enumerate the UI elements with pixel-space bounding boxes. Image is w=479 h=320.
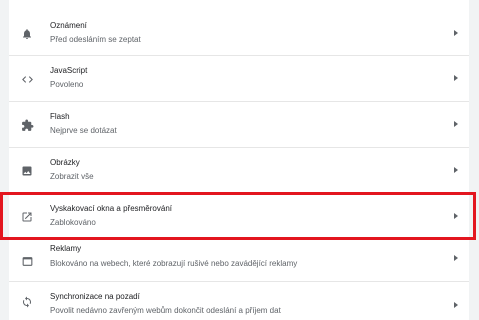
setting-row-flash[interactable]: Flash Nejprve se dotázat (9, 101, 469, 147)
setting-subtitle: Blokováno na webech, které zobrazují ruš… (50, 259, 298, 268)
chevron-right-icon (454, 75, 458, 81)
chevron-right-icon (454, 302, 458, 308)
setting-title: Flash (50, 112, 70, 121)
setting-title: Synchronizace na pozadí (50, 292, 140, 301)
open-in-new-icon (19, 209, 35, 225)
setting-title: Vyskakovací okna a přesměrování (50, 204, 172, 213)
setting-row-popups[interactable]: Vyskakovací okna a přesměrování Zablokov… (9, 193, 469, 239)
image-icon (19, 163, 35, 179)
code-icon (19, 71, 35, 87)
setting-title: Reklamy (50, 244, 82, 253)
puzzle-icon (19, 117, 35, 133)
setting-row-ads[interactable]: Reklamy Blokováno na webech, které zobra… (9, 239, 469, 285)
chevron-right-icon (454, 30, 458, 36)
ads-icon (19, 253, 35, 269)
setting-subtitle: Před odesláním se zeptat (50, 35, 141, 44)
setting-title: JavaScript (50, 66, 88, 75)
setting-subtitle: Zobrazit vše (50, 172, 94, 181)
chevron-right-icon (454, 213, 458, 219)
setting-row-images[interactable]: Obrázky Zobrazit vše (9, 147, 469, 193)
setting-row-javascript[interactable]: JavaScript Povoleno (9, 55, 469, 101)
chevron-right-icon (454, 255, 458, 261)
setting-subtitle: Nejprve se dotázat (50, 126, 117, 135)
setting-title: Obrázky (50, 158, 80, 167)
setting-subtitle: Povoleno (50, 80, 84, 89)
chevron-right-icon (454, 121, 458, 127)
chevron-right-icon (454, 167, 458, 173)
setting-subtitle: Zablokováno (50, 218, 96, 227)
bell-icon (19, 26, 35, 42)
setting-row-notifications[interactable]: Oznámení Před odesláním se zeptat (9, 11, 469, 57)
setting-row-background-sync[interactable]: Synchronizace na pozadí Povolit nedávno … (9, 281, 469, 320)
settings-card: Oznámení Před odesláním se zeptat JavaSc… (9, 0, 469, 320)
setting-title: Oznámení (50, 21, 87, 30)
sync-icon (19, 294, 35, 310)
setting-subtitle: Povolit nedávno zavřeným webům dokončit … (50, 306, 281, 315)
